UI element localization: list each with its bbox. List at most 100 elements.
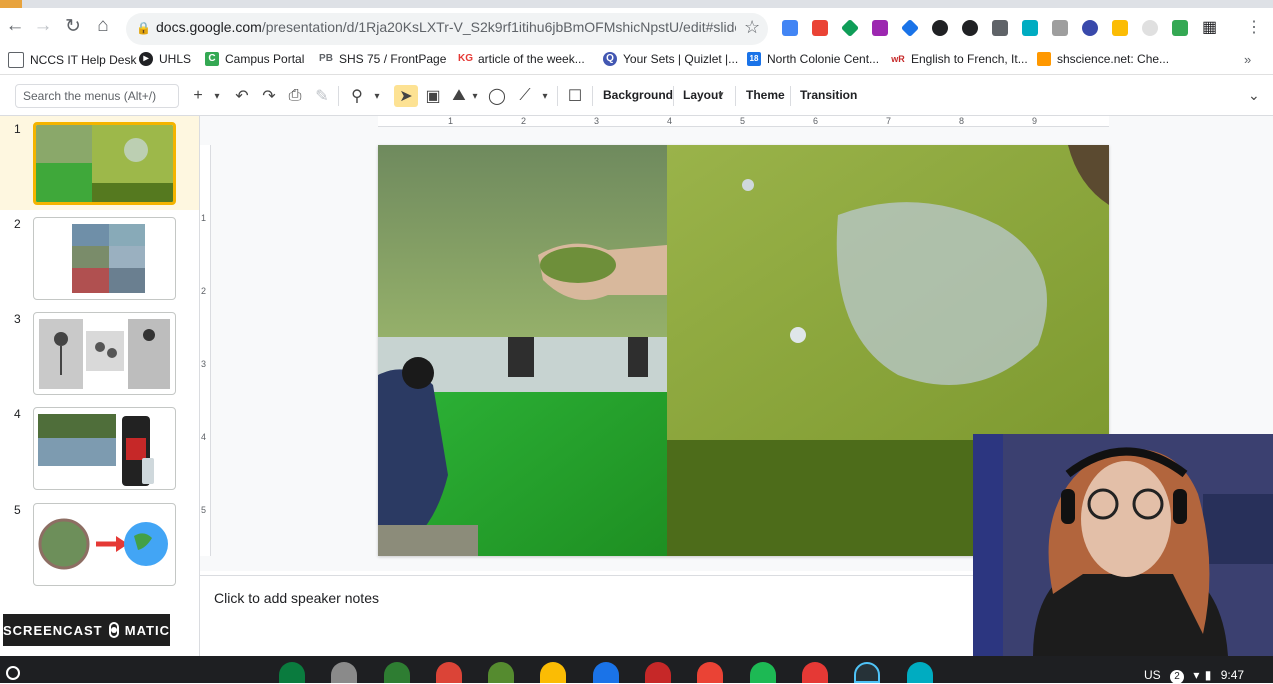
apps-grid-icon[interactable]: ▦ xyxy=(1202,17,1217,37)
slide-thumbnail-2[interactable] xyxy=(33,217,176,300)
slide-thumbnail-4[interactable] xyxy=(33,407,176,490)
camera-app-icon[interactable] xyxy=(331,662,357,683)
speaker-notes-placeholder[interactable]: Click to add speaker notes xyxy=(214,590,379,606)
background-button[interactable]: Background xyxy=(603,88,673,102)
slide-3-preview xyxy=(39,319,170,389)
translate-extension-icon[interactable] xyxy=(782,20,798,36)
extension-icon[interactable] xyxy=(1172,20,1188,36)
slide-5-preview xyxy=(38,518,168,570)
chevron-down-icon[interactable]: ▾ xyxy=(469,85,481,107)
theme-button[interactable]: Theme xyxy=(746,88,785,102)
presenter-video xyxy=(973,434,1273,656)
reload-icon[interactable]: ↻ xyxy=(60,13,86,39)
zoom-icon[interactable]: ⚲ xyxy=(346,85,368,107)
wr-logo-icon: wR xyxy=(891,54,905,64)
slide-thumbnail-3[interactable] xyxy=(33,312,176,395)
chevron-down-icon[interactable]: ▾ xyxy=(210,85,224,107)
chrome-icon[interactable] xyxy=(436,662,462,683)
bookmark-item[interactable]: NCCS IT Help Desk xyxy=(8,52,136,68)
slide-thumbnail-5[interactable] xyxy=(33,503,176,586)
active-tab[interactable] xyxy=(0,0,22,8)
menu-kebab-icon[interactable]: ⋮ xyxy=(1246,17,1262,37)
slide-number: 5 xyxy=(14,503,21,517)
shape-icon[interactable]: ◯ xyxy=(486,85,508,107)
vertical-ruler[interactable]: 1 2 3 4 5 xyxy=(200,145,211,556)
ruler-label: 8 xyxy=(959,116,965,126)
print-icon[interactable]: ⎙ xyxy=(284,85,306,107)
extension-icon[interactable] xyxy=(1082,20,1098,36)
record-dot-icon xyxy=(108,622,119,638)
ruler-label: 2 xyxy=(521,116,527,126)
bookmark-item[interactable]: PB SHS 75 / FrontPage xyxy=(319,52,446,66)
bookmark-item[interactable]: C Campus Portal xyxy=(205,52,304,66)
line-icon[interactable]: ⟋ xyxy=(514,85,536,107)
lock-icon[interactable]: 🔒 xyxy=(136,21,151,35)
ruler-label: 6 xyxy=(813,116,819,126)
slide-thumbnail-1[interactable] xyxy=(33,122,176,205)
bookmark-item[interactable]: shscience.net: Che... xyxy=(1037,52,1169,66)
bookmark-item[interactable]: ▸ UHLS xyxy=(139,52,191,66)
battery-icon: ▮ xyxy=(1204,668,1212,682)
extension-icon[interactable] xyxy=(812,20,828,36)
system-tray[interactable]: US 2 ▾ ▮ 9:47 xyxy=(1144,668,1244,684)
launcher-icon[interactable] xyxy=(6,666,20,680)
select-cursor-icon[interactable]: ➤ xyxy=(394,85,418,107)
chevron-down-icon[interactable]: ▾ xyxy=(539,85,551,107)
home-icon[interactable]: ⌂ xyxy=(90,13,116,39)
slide-number: 4 xyxy=(14,407,21,421)
bookmark-item[interactable]: 18 North Colonie Cent... xyxy=(747,52,879,66)
bookmark-item[interactable]: KG article of the week... xyxy=(458,52,585,66)
star-icon[interactable]: ☆ xyxy=(744,17,760,38)
bookmark-item[interactable]: wR English to French, It... xyxy=(891,52,1027,66)
bookmark-label: SHS 75 / FrontPage xyxy=(339,52,447,66)
text-box-icon[interactable]: ▣ xyxy=(422,85,444,107)
extension-icon[interactable] xyxy=(1022,20,1038,36)
horizontal-ruler[interactable]: 1 2 3 4 5 6 7 8 9 xyxy=(378,116,1109,127)
bookmarks-overflow-icon[interactable]: » xyxy=(1244,52,1251,67)
spotify-icon[interactable] xyxy=(750,662,776,683)
drive-icon[interactable] xyxy=(540,662,566,683)
gmail-icon[interactable] xyxy=(697,662,723,683)
classroom-icon[interactable] xyxy=(488,662,514,683)
clock: 9:47 xyxy=(1220,668,1245,682)
extension-icon[interactable] xyxy=(992,20,1008,36)
extension-icon[interactable] xyxy=(872,20,888,36)
url-text[interactable]: docs.google.com/presentation/d/1Rja20KsL… xyxy=(156,19,736,35)
image-icon[interactable]: ⛰ xyxy=(448,85,470,107)
undo-icon[interactable]: ↶ xyxy=(231,85,253,107)
chevron-down-icon[interactable]: ▾ xyxy=(719,89,724,100)
collapse-toolbar-icon[interactable]: ⌄ xyxy=(1248,87,1260,104)
paint-format-icon[interactable]: ✎ xyxy=(311,85,333,107)
extension-icon[interactable] xyxy=(1052,20,1068,36)
c-logo-icon: C xyxy=(205,52,219,66)
app-icon[interactable] xyxy=(279,662,305,683)
notification-badge: 2 xyxy=(1170,670,1185,684)
files-icon[interactable] xyxy=(593,662,619,683)
app-icon[interactable] xyxy=(645,662,671,683)
calendar-icon: 18 xyxy=(747,52,761,66)
redo-icon[interactable]: ↷ xyxy=(258,85,280,107)
forward-icon[interactable]: → xyxy=(30,13,56,39)
slide-4-preview xyxy=(38,414,154,486)
extension-icon[interactable] xyxy=(932,20,948,36)
back-icon[interactable]: ← xyxy=(2,13,28,39)
locale-indicator: US xyxy=(1144,668,1161,682)
search-menus-input[interactable]: Search the menus (Alt+/) xyxy=(15,84,179,108)
chevron-down-icon[interactable]: ▾ xyxy=(370,85,384,107)
layout-button[interactable]: Layout xyxy=(683,88,722,102)
ruler-label: 3 xyxy=(594,116,600,126)
extension-icon[interactable] xyxy=(1142,20,1158,36)
slide-2-preview xyxy=(72,224,145,293)
new-slide-icon[interactable]: + xyxy=(189,85,207,107)
ruler-label: 1 xyxy=(201,213,207,223)
transition-button[interactable]: Transition xyxy=(800,88,857,102)
add-comment-icon[interactable]: ☐ xyxy=(564,85,586,107)
extension-icon[interactable] xyxy=(1112,20,1128,36)
extension-icon[interactable] xyxy=(962,20,978,36)
ruler-label: 2 xyxy=(201,286,207,296)
app-icon[interactable] xyxy=(384,662,410,683)
screencast-app-icon[interactable] xyxy=(854,662,880,683)
youtube-icon[interactable] xyxy=(802,662,828,683)
bookmark-item[interactable]: Q Your Sets | Quizlet |... xyxy=(603,52,738,66)
app-icon[interactable] xyxy=(907,662,933,683)
